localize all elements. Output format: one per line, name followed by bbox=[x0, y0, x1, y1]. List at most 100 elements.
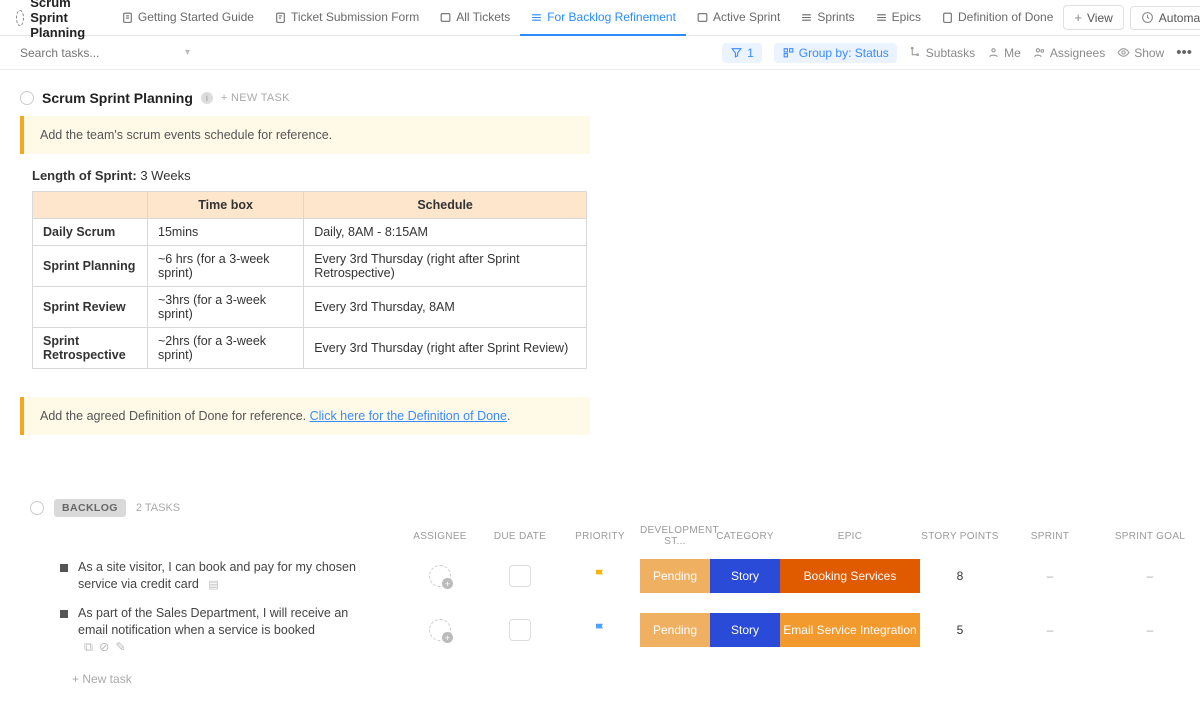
priority-flag[interactable] bbox=[560, 568, 640, 585]
backlog-count: 2 TASKS bbox=[136, 502, 180, 514]
col-duedate[interactable]: DUE DATE bbox=[480, 531, 560, 542]
sprint-cell[interactable]: – bbox=[1000, 623, 1100, 637]
new-task-button[interactable]: + New task bbox=[20, 662, 1180, 696]
tab-ticket-submission-form[interactable]: Ticket Submission Form bbox=[264, 0, 429, 36]
sched-event: Daily Scrum bbox=[33, 219, 148, 246]
epic-chip[interactable]: Booking Services bbox=[780, 559, 920, 593]
subtask-icon[interactable]: ⧉ bbox=[84, 639, 93, 656]
subtasks-label: Subtasks bbox=[926, 46, 975, 60]
backlog-badge[interactable]: BACKLOG bbox=[54, 499, 126, 517]
tab-getting-started-guide[interactable]: Getting Started Guide bbox=[111, 0, 264, 36]
people-icon bbox=[1033, 46, 1046, 59]
schedule-table: Time boxSchedule Daily Scrum15minsDaily,… bbox=[32, 191, 587, 369]
sched-schedule: Every 3rd Thursday (right after Sprint R… bbox=[304, 246, 587, 287]
callout-suffix: . bbox=[507, 409, 510, 423]
dev-status-chip[interactable]: Pending bbox=[640, 559, 710, 593]
task-title[interactable]: As part of the Sales Department, I will … bbox=[78, 605, 358, 656]
category-chip[interactable]: Story bbox=[710, 559, 780, 593]
sched-header bbox=[33, 192, 148, 219]
col-sprint[interactable]: SPRINT bbox=[1000, 531, 1100, 542]
filter-icon bbox=[730, 46, 743, 59]
assignee-placeholder[interactable] bbox=[429, 565, 451, 587]
col-devstatus[interactable]: DEVELOPMENT ST... bbox=[640, 525, 710, 547]
add-view-button[interactable]: +View bbox=[1063, 5, 1123, 30]
status-square-icon[interactable] bbox=[60, 564, 68, 572]
sched-row: Sprint Review~3hrs (for a 3-week sprint)… bbox=[33, 287, 587, 328]
doc-icon[interactable]: ▤ bbox=[208, 578, 218, 593]
search-box[interactable]: ▾ bbox=[8, 46, 168, 60]
status-ring-icon[interactable] bbox=[20, 91, 34, 105]
dev-status-chip[interactable]: Pending bbox=[640, 613, 710, 647]
new-task-inline[interactable]: + NEW TASK bbox=[221, 92, 290, 104]
story-points[interactable]: 8 bbox=[920, 569, 1000, 583]
chevron-down-icon[interactable]: ▾ bbox=[185, 47, 190, 58]
sched-timebox: ~6 hrs (for a 3-week sprint) bbox=[148, 246, 304, 287]
status-square-icon[interactable] bbox=[60, 610, 68, 618]
tab-definition-of-done[interactable]: Definition of Done bbox=[931, 0, 1063, 36]
edit-icon[interactable]: ✎ bbox=[115, 639, 125, 656]
tab-active-sprint[interactable]: Active Sprint bbox=[686, 0, 790, 36]
col-storypoints[interactable]: STORY POINTS bbox=[920, 531, 1000, 542]
tab-all-tickets[interactable]: All Tickets bbox=[429, 0, 520, 36]
story-points[interactable]: 5 bbox=[920, 623, 1000, 637]
sched-event: Sprint Retrospective bbox=[33, 328, 148, 369]
status-ring-icon[interactable] bbox=[30, 501, 44, 515]
sched-header: Time box bbox=[148, 192, 304, 219]
dod-link[interactable]: Click here for the Definition of Done bbox=[310, 409, 507, 423]
tab-label: All Tickets bbox=[456, 10, 510, 24]
epic-chip[interactable]: Email Service Integration bbox=[780, 613, 920, 647]
show-button[interactable]: Show bbox=[1117, 46, 1164, 60]
tab-sprints[interactable]: Sprints bbox=[790, 0, 864, 36]
info-icon[interactable]: i bbox=[201, 92, 213, 104]
task-row[interactable]: As a site visitor, I can book and pay fo… bbox=[20, 553, 1180, 599]
sched-row: Sprint Retrospective~2hrs (for a 3-week … bbox=[33, 328, 587, 369]
col-category[interactable]: CATEGORY bbox=[710, 531, 780, 542]
task-row[interactable]: As part of the Sales Department, I will … bbox=[20, 599, 1180, 662]
sched-event: Sprint Planning bbox=[33, 246, 148, 287]
tab-label: Active Sprint bbox=[713, 10, 780, 24]
sprint-goal-cell[interactable]: – bbox=[1100, 623, 1200, 637]
top-tab-bar: Scrum Sprint Planning Getting Started Gu… bbox=[0, 0, 1200, 36]
col-sprintgoal[interactable]: SPRINT GOAL bbox=[1100, 531, 1200, 542]
section-title[interactable]: Scrum Sprint Planning bbox=[42, 90, 193, 106]
tab-epics[interactable]: Epics bbox=[865, 0, 931, 36]
subtasks-button[interactable]: Subtasks bbox=[909, 46, 975, 60]
tag-icon[interactable]: ⊘ bbox=[99, 639, 109, 656]
sched-timebox: 15mins bbox=[148, 219, 304, 246]
search-input[interactable] bbox=[20, 46, 175, 60]
filter-count: 1 bbox=[747, 46, 754, 60]
col-assignee[interactable]: ASSIGNEE bbox=[400, 531, 480, 542]
assignees-label: Assignees bbox=[1050, 46, 1105, 60]
sprint-length-label: Length of Sprint: bbox=[32, 168, 137, 183]
tab-for-backlog-refinement[interactable]: For Backlog Refinement bbox=[520, 0, 686, 36]
me-button[interactable]: Me bbox=[987, 46, 1021, 60]
person-icon bbox=[987, 46, 1000, 59]
sched-timebox: ~3hrs (for a 3-week sprint) bbox=[148, 287, 304, 328]
plus-icon: + bbox=[1074, 10, 1082, 25]
sprint-cell[interactable]: – bbox=[1000, 569, 1100, 583]
assignee-placeholder[interactable] bbox=[429, 619, 451, 641]
workspace-title[interactable]: Scrum Sprint Planning bbox=[8, 0, 101, 40]
col-priority[interactable]: PRIORITY bbox=[560, 531, 640, 542]
category-chip[interactable]: Story bbox=[710, 613, 780, 647]
automate-button[interactable]: Automate ▾ bbox=[1130, 6, 1200, 30]
due-date-placeholder[interactable] bbox=[509, 619, 531, 641]
workspace-icon bbox=[16, 10, 24, 26]
callout-body: Add the agreed Definition of Done for re… bbox=[24, 397, 590, 435]
tab-label: Epics bbox=[892, 10, 921, 24]
priority-flag[interactable] bbox=[560, 622, 640, 639]
tab-label: Getting Started Guide bbox=[138, 10, 254, 24]
col-epic[interactable]: EPIC bbox=[780, 531, 920, 542]
tab-icon bbox=[800, 11, 812, 23]
more-button[interactable]: ••• bbox=[1176, 44, 1192, 61]
sched-event: Sprint Review bbox=[33, 287, 148, 328]
task-title[interactable]: As a site visitor, I can book and pay fo… bbox=[78, 559, 358, 593]
due-date-placeholder[interactable] bbox=[509, 565, 531, 587]
tab-icon bbox=[439, 11, 451, 23]
assignees-button[interactable]: Assignees bbox=[1033, 46, 1105, 60]
filter-button[interactable]: 1 bbox=[722, 43, 762, 63]
backlog-group-header[interactable]: BACKLOG 2 TASKS bbox=[20, 495, 1180, 521]
sprint-goal-cell[interactable]: – bbox=[1100, 569, 1200, 583]
group-by-button[interactable]: Group by: Status bbox=[774, 43, 897, 63]
show-label: Show bbox=[1134, 46, 1164, 60]
